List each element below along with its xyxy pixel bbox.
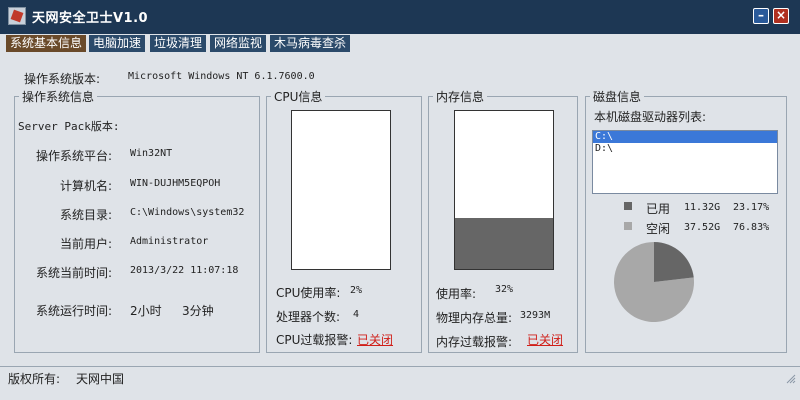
memory-alarm-toggle[interactable]: 已关闭	[527, 331, 563, 348]
uptime-label: 系统运行时间:	[36, 304, 113, 318]
current-time-label: 系统当前时间:	[36, 266, 113, 280]
drive-item[interactable]: C:\	[593, 131, 777, 143]
free-size: 37.52G	[684, 222, 721, 233]
disk-usage-pie	[614, 242, 694, 322]
cpu-count-value: 4	[353, 309, 360, 320]
tab-speedup[interactable]: 电脑加速	[89, 35, 146, 52]
cpu-usage-label: CPU使用率:	[276, 286, 341, 300]
cpu-usage-meter	[291, 110, 391, 270]
os-platform-value: Win32NT	[130, 148, 173, 159]
cpu-count-label: 处理器个数:	[276, 310, 341, 324]
window-title: 天网安全卫士V1.0	[32, 11, 149, 26]
memory-info-group-title: 内存信息	[436, 90, 485, 104]
memory-usage-fill	[455, 218, 553, 269]
computer-name-value: WIN-DUJHM5EQPOH	[130, 178, 221, 189]
shield-app-icon	[8, 7, 26, 25]
tab-junk-clean[interactable]: 垃圾清理	[150, 35, 207, 52]
used-label: 已用	[646, 202, 671, 216]
memory-total-label: 物理内存总量:	[436, 311, 513, 325]
copyright-owner: 天网中国	[76, 372, 125, 386]
os-version-label: 操作系统版本:	[24, 72, 101, 86]
current-user-label: 当前用户:	[60, 237, 113, 251]
tab-network-monitor[interactable]: 网络监视	[210, 35, 267, 52]
disk-info-group-title: 磁盘信息	[593, 90, 642, 104]
memory-usage-value: 32%	[495, 284, 514, 295]
computer-name-label: 计算机名:	[60, 179, 113, 193]
cpu-usage-value: 2%	[350, 285, 363, 296]
uptime-hours: 2小时	[130, 304, 162, 318]
tab-trojan-scan[interactable]: 木马病毒查杀	[270, 35, 351, 52]
current-user-value: Administrator	[130, 236, 209, 247]
resize-grip-icon[interactable]	[784, 372, 796, 384]
tab-system-info[interactable]: 系统基本信息	[6, 35, 87, 52]
free-label: 空闲	[646, 222, 671, 236]
pie-slice-used	[654, 242, 694, 282]
free-legend-swatch	[624, 222, 632, 230]
memory-alarm-label: 内存过载报警:	[436, 335, 513, 349]
os-info-group-title: 操作系统信息	[22, 90, 95, 104]
current-time-value: 2013/3/22 11:07:18	[130, 265, 239, 276]
cpu-alarm-label: CPU过载报警:	[276, 333, 353, 347]
os-version-value: Microsoft Windows NT 6.1.7600.0	[128, 71, 315, 82]
cpu-alarm-toggle[interactable]: 已关闭	[357, 331, 393, 348]
used-percent: 23.17%	[733, 202, 770, 213]
os-platform-label: 操作系统平台:	[36, 149, 113, 163]
disk-list-label: 本机磁盘驱动器列表:	[594, 110, 707, 124]
free-percent: 76.83%	[733, 222, 770, 233]
copyright-label: 版权所有:	[8, 372, 61, 386]
uptime-minutes: 3分钟	[182, 304, 214, 318]
memory-total-value: 3293M	[520, 310, 551, 321]
used-legend-swatch	[624, 202, 632, 210]
memory-usage-label: 使用率:	[436, 287, 477, 301]
drive-item[interactable]: D:\	[593, 143, 777, 155]
used-size: 11.32G	[684, 202, 721, 213]
close-button[interactable]: ×	[773, 8, 789, 24]
server-pack-label: Server Pack版本:	[18, 120, 120, 133]
minimize-button[interactable]: –	[753, 8, 769, 24]
cpu-info-group-title: CPU信息	[274, 90, 323, 104]
memory-usage-meter	[454, 110, 554, 270]
drive-list[interactable]: C:\ D:\	[592, 130, 778, 194]
system-dir-value: C:\Windows\system32	[130, 207, 245, 218]
system-dir-label: 系统目录:	[60, 208, 113, 222]
